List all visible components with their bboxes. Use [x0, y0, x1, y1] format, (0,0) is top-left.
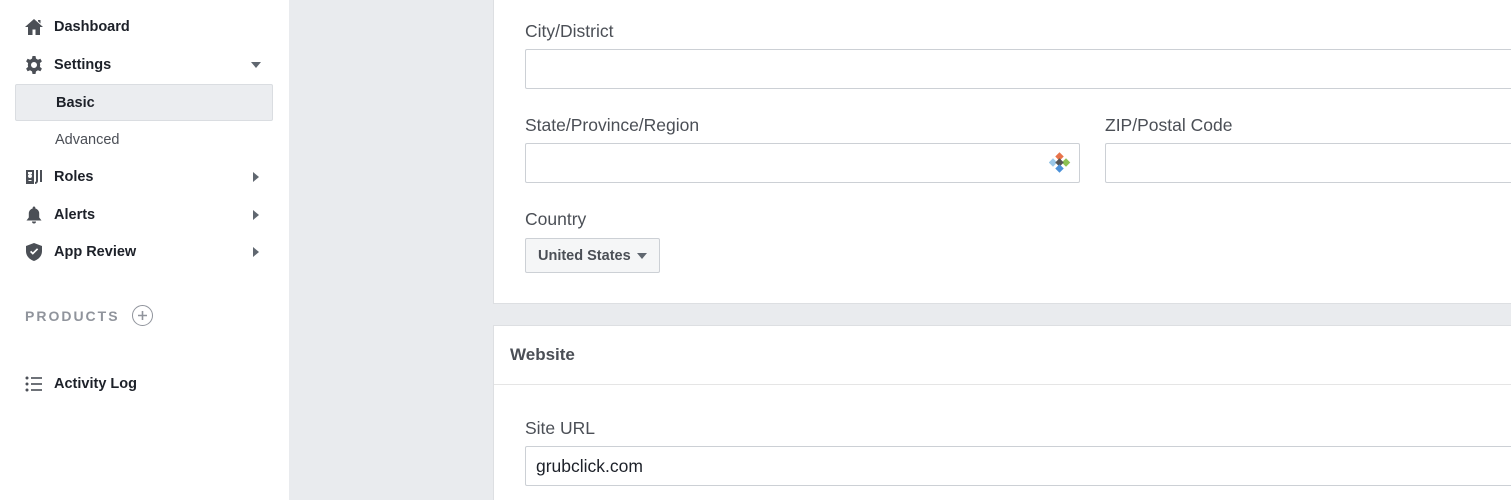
- autofill-icon[interactable]: [1049, 152, 1071, 174]
- state-input[interactable]: [525, 143, 1080, 183]
- sidebar-item-label: App Review: [54, 243, 137, 260]
- zip-input[interactable]: [1105, 143, 1511, 183]
- sidebar-item-label: Dashboard: [54, 18, 130, 35]
- address-card: City/District State/Province/Region ZIP/…: [493, 0, 1511, 304]
- chevron-right-icon: [251, 171, 261, 182]
- country-value: United States: [538, 247, 631, 264]
- state-label: State/Province/Region: [525, 115, 700, 135]
- city-label: City/District: [525, 21, 614, 41]
- list-icon: [23, 373, 45, 395]
- sidebar-item-label: Advanced: [55, 131, 120, 148]
- chevron-down-icon: [636, 252, 647, 259]
- country-select[interactable]: United States: [525, 238, 660, 273]
- sidebar-item-label: Alerts: [54, 206, 96, 223]
- city-input[interactable]: [525, 49, 1511, 89]
- chevron-down-icon: [251, 60, 261, 70]
- sidebar-item-settings[interactable]: Settings: [15, 46, 273, 83]
- home-icon: [23, 16, 45, 38]
- zip-label: ZIP/Postal Code: [1105, 115, 1233, 135]
- website-card: Website Site URL: [493, 325, 1511, 500]
- section-title: Website: [494, 326, 1511, 385]
- sidebar-item-label: Roles: [54, 168, 94, 185]
- sidebar: Dashboard Settings Basic Advanced Roles …: [0, 0, 289, 500]
- products-label: PRODUCTS: [25, 307, 120, 324]
- sidebar-item-dashboard[interactable]: Dashboard: [15, 8, 273, 45]
- gear-icon: [23, 54, 45, 76]
- sidebar-item-label: Activity Log: [54, 375, 137, 392]
- sidebar-item-activity-log[interactable]: Activity Log: [15, 365, 273, 402]
- country-label: Country: [525, 209, 587, 229]
- sidebar-item-label: Settings: [54, 56, 112, 73]
- add-product-icon[interactable]: [131, 305, 153, 326]
- site-url-input[interactable]: [525, 446, 1511, 486]
- chevron-right-icon: [251, 209, 261, 220]
- products-section: PRODUCTS: [25, 305, 153, 326]
- sidebar-item-roles[interactable]: Roles: [15, 158, 273, 195]
- site-url-label: Site URL: [525, 418, 596, 438]
- roles-icon: [23, 166, 45, 188]
- chevron-right-icon: [251, 246, 261, 257]
- sidebar-item-alerts[interactable]: Alerts: [15, 196, 273, 233]
- bell-icon: [23, 204, 45, 226]
- sidebar-item-app-review[interactable]: App Review: [15, 233, 273, 270]
- sidebar-item-label: Basic: [56, 94, 95, 111]
- sidebar-item-advanced[interactable]: Advanced: [15, 121, 273, 158]
- shield-check-icon: [23, 241, 45, 263]
- sidebar-item-basic[interactable]: Basic: [15, 84, 273, 121]
